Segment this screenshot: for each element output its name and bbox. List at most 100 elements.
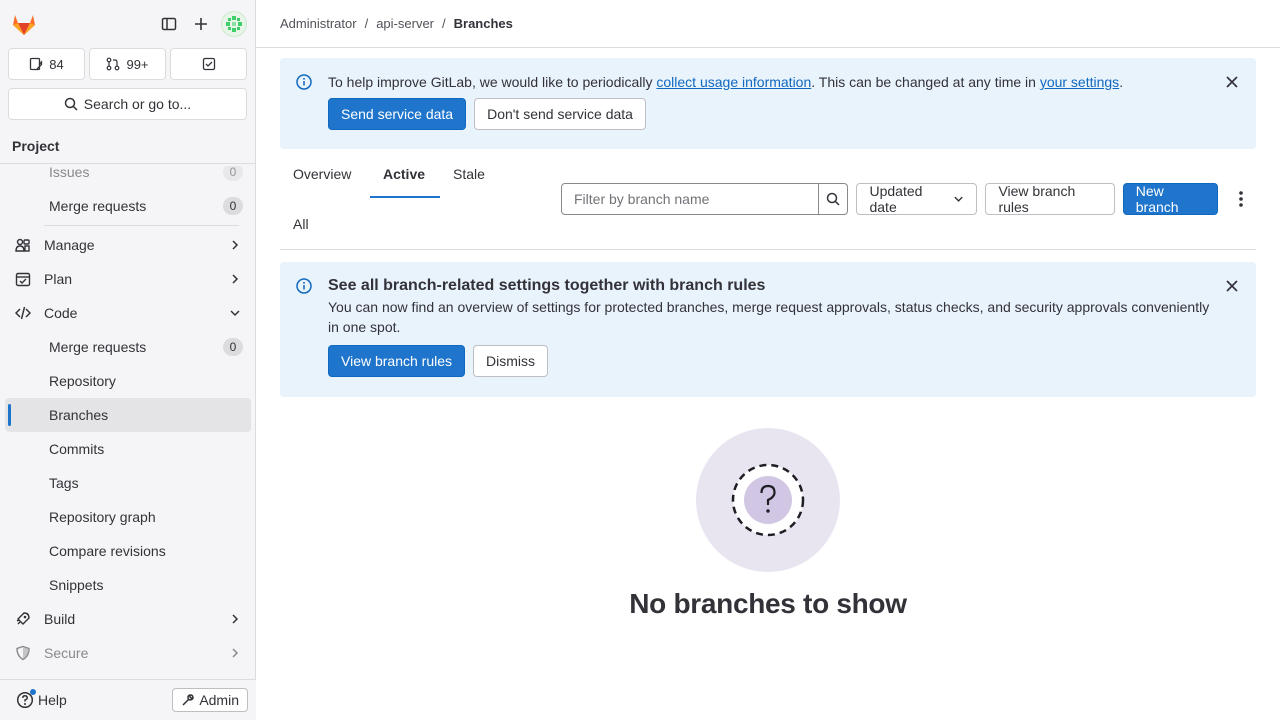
issues-count-button[interactable]: 84 <box>8 48 85 80</box>
notification-dot <box>30 689 36 695</box>
sidebar-footer: Help Admin <box>0 679 256 720</box>
count-badge: 0 <box>223 166 243 181</box>
code-icon <box>15 306 31 320</box>
avatar[interactable] <box>221 11 247 37</box>
todo-icon <box>202 57 215 71</box>
sidebar-item-repository[interactable]: Repository <box>5 364 251 398</box>
merge-request-icon <box>107 57 120 71</box>
breadcrumb: Administrator / api-server / Branches <box>256 0 1280 48</box>
help-button[interactable]: Help <box>8 689 67 709</box>
sidebar-item-code[interactable]: Code <box>5 296 251 330</box>
more-actions-icon[interactable] <box>1226 183 1256 215</box>
empty-state: No branches to show <box>256 428 1280 620</box>
empty-state-illustration <box>696 428 840 572</box>
chevron-right-icon <box>232 274 239 284</box>
alert-title: See all branch-related settings together… <box>328 277 766 294</box>
your-settings-link[interactable]: your settings <box>1040 74 1119 90</box>
sidebar-item-plan[interactable]: Plan <box>5 262 251 296</box>
breadcrumb-separator: / <box>364 16 369 31</box>
alert-text: . <box>1119 74 1124 90</box>
merge-requests-count-button[interactable]: 99+ <box>89 48 166 80</box>
breadcrumb-separator: / <box>442 16 446 31</box>
tab-overview[interactable]: Overview <box>280 150 364 198</box>
sidebar-item-repository-graph[interactable]: Repository graph <box>5 500 251 534</box>
dismiss-button[interactable]: Dismiss <box>473 345 549 377</box>
collect-usage-link[interactable]: collect usage information <box>656 74 811 90</box>
sidebar-item-compare-revisions[interactable]: Compare revisions <box>5 534 251 568</box>
section-title: Project <box>0 128 255 164</box>
divider <box>44 225 239 226</box>
branches-toolbar: Overview Active Stale All Filter by bran… <box>280 150 1256 250</box>
sidebar-item-label: Secure <box>44 645 89 661</box>
chevron-right-icon <box>232 240 239 250</box>
close-icon[interactable] <box>1224 278 1240 294</box>
calendar-icon <box>15 272 31 287</box>
sidebar-item-label: Compare revisions <box>49 543 166 559</box>
send-service-data-button[interactable]: Send service data <box>328 98 467 130</box>
plus-icon[interactable] <box>185 8 217 40</box>
sidebar-item-label: Repository graph <box>49 509 156 525</box>
view-branch-rules-alert-button[interactable]: View branch rules <box>328 345 466 377</box>
usage-data-alert: To help improve GitLab, we would like to… <box>280 58 1256 149</box>
toggle-sidebar-icon[interactable] <box>153 8 185 40</box>
new-branch-button[interactable]: New branch <box>1122 183 1219 215</box>
admin-button[interactable]: Admin <box>172 688 248 712</box>
breadcrumb-item[interactable]: api-server <box>376 16 434 31</box>
info-icon <box>296 278 312 294</box>
sidebar-item-label: Merge requests <box>49 198 147 214</box>
info-icon <box>296 74 312 90</box>
breadcrumb-current[interactable]: Branches <box>454 16 513 31</box>
sidebar-item-issues[interactable]: Issues 0 <box>5 166 251 189</box>
chevron-right-icon <box>232 648 239 658</box>
gitlab-logo-icon[interactable] <box>8 8 40 40</box>
sidebar-item-manage[interactable]: Manage <box>5 228 251 262</box>
search-icon <box>826 192 840 206</box>
todos-button[interactable] <box>170 48 247 80</box>
alert-text: To help improve GitLab, we would like to… <box>328 74 657 90</box>
search-icon <box>64 97 78 111</box>
sidebar-item-label: Branches <box>49 407 109 423</box>
alert-message: To help improve GitLab, we would like to… <box>328 72 1256 92</box>
sidebar-item-code-merge-requests[interactable]: Merge requests 0 <box>5 330 251 364</box>
issues-icon <box>30 57 43 71</box>
main-content: Administrator / api-server / Branches To… <box>256 0 1280 720</box>
tab-all[interactable]: All <box>280 200 322 248</box>
counts-row: 84 99+ <box>0 48 255 80</box>
chevron-down-icon <box>954 196 964 202</box>
search-button[interactable]: Search or go to... <box>8 88 247 120</box>
sort-label: Updated date <box>869 183 923 215</box>
chevron-down-icon <box>230 310 240 317</box>
tab-stale[interactable]: Stale <box>440 150 498 198</box>
sidebar-item-label: Build <box>44 611 76 627</box>
sidebar-item-build[interactable]: Build <box>5 602 251 636</box>
search-label: Search or go to... <box>83 96 192 112</box>
count-badge: 0 <box>223 197 243 215</box>
sidebar-item-branches[interactable]: Branches <box>5 398 251 432</box>
dont-send-service-data-button[interactable]: Don't send service data <box>474 98 646 130</box>
issues-count: 84 <box>49 56 64 72</box>
close-icon[interactable] <box>1224 74 1240 90</box>
filter-search-button[interactable] <box>818 183 849 215</box>
breadcrumb-item[interactable]: Administrator <box>280 16 357 31</box>
sidebar-item-secure[interactable]: Secure <box>5 636 251 670</box>
sidebar-item-label: Code <box>44 305 78 321</box>
sidebar-item-commits[interactable]: Commits <box>5 432 251 466</box>
count-badge: 0 <box>223 338 243 356</box>
sidebar-item-snippets[interactable]: Snippets <box>5 568 251 602</box>
sort-dropdown[interactable]: Updated date <box>856 183 978 215</box>
filter-controls: Filter by branch name Updated date View … <box>561 183 1256 215</box>
help-label: Help <box>38 692 67 708</box>
tab-active[interactable]: Active <box>370 150 440 198</box>
sidebar-item-merge-requests[interactable]: Merge requests 0 <box>5 189 251 223</box>
view-branch-rules-button[interactable]: View branch rules <box>985 183 1115 215</box>
alert-body: You can now find an overview of settings… <box>328 299 1210 335</box>
branch-filter-input[interactable]: Filter by branch name <box>561 183 819 215</box>
sidebar-item-label: Snippets <box>49 577 104 593</box>
sidebar-item-label: Issues <box>49 166 90 180</box>
branch-rules-alert: See all branch-related settings together… <box>280 262 1256 397</box>
rocket-icon <box>16 612 30 625</box>
sidebar: 84 99+ Search or go to... Project Issues… <box>0 0 256 720</box>
admin-label: Admin <box>199 692 239 708</box>
sidebar-item-tags[interactable]: Tags <box>5 466 251 500</box>
users-icon <box>15 238 30 252</box>
